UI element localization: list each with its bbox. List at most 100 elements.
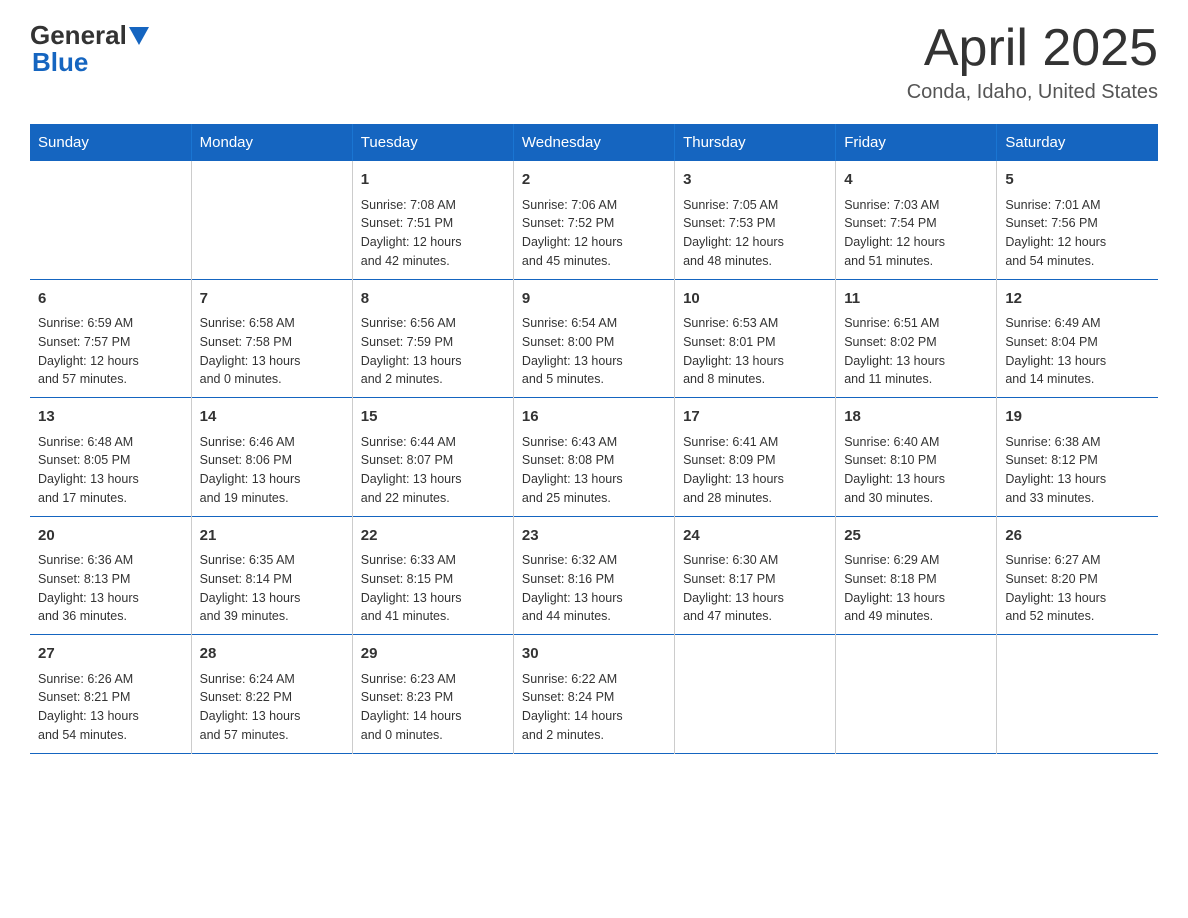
day-number: 22 bbox=[361, 525, 505, 548]
calendar-cell: 22 Sunrise: 6:33 AMSunset: 8:15 PMDayligh… bbox=[352, 516, 513, 635]
day-info: Sunrise: 6:59 AMSunset: 7:57 PMDaylight:… bbox=[38, 314, 183, 389]
day-number: 3 bbox=[683, 169, 827, 192]
calendar-cell: 5 Sunrise: 7:01 AMSunset: 7:56 PMDaylight… bbox=[997, 161, 1158, 279]
day-info: Sunrise: 7:06 AMSunset: 7:52 PMDaylight:… bbox=[522, 196, 666, 271]
calendar-cell: 23Sunrise: 6:32 AMSunset: 8:16 PMDayligh… bbox=[513, 516, 674, 635]
calendar-cell: 2 Sunrise: 7:06 AMSunset: 7:52 PMDaylight… bbox=[513, 161, 674, 279]
day-number: 25 bbox=[844, 525, 988, 548]
day-info: Sunrise: 6:46 AMSunset: 8:06 PMDaylight:… bbox=[200, 433, 344, 508]
day-info: Sunrise: 6:26 AMSunset: 8:21 PMDaylight:… bbox=[38, 670, 183, 745]
day-number: 6 bbox=[38, 288, 183, 311]
day-info: Sunrise: 6:40 AMSunset: 8:10 PMDaylight:… bbox=[844, 433, 988, 508]
day-info: Sunrise: 6:54 AMSunset: 8:00 PMDaylight:… bbox=[522, 314, 666, 389]
day-number: 29 bbox=[361, 643, 505, 666]
calendar-cell bbox=[191, 161, 352, 279]
day-number: 1 bbox=[361, 169, 505, 192]
day-info: Sunrise: 6:44 AMSunset: 8:07 PMDaylight:… bbox=[361, 433, 505, 508]
day-info: Sunrise: 6:51 AMSunset: 8:02 PMDaylight:… bbox=[844, 314, 988, 389]
logo: General Blue bbox=[30, 20, 151, 78]
day-number: 21 bbox=[200, 525, 344, 548]
weekday-header-saturday: Saturday bbox=[997, 124, 1158, 161]
calendar-cell: 16Sunrise: 6:43 AMSunset: 8:08 PMDayligh… bbox=[513, 398, 674, 517]
day-info: Sunrise: 6:23 AMSunset: 8:23 PMDaylight:… bbox=[361, 670, 505, 745]
weekday-header-thursday: Thursday bbox=[675, 124, 836, 161]
day-number: 18 bbox=[844, 406, 988, 429]
day-info: Sunrise: 6:49 AMSunset: 8:04 PMDaylight:… bbox=[1005, 314, 1150, 389]
calendar-week-row: 13Sunrise: 6:48 AMSunset: 8:05 PMDayligh… bbox=[30, 398, 1158, 517]
calendar-cell: 6 Sunrise: 6:59 AMSunset: 7:57 PMDaylight… bbox=[30, 279, 191, 398]
weekday-header-monday: Monday bbox=[191, 124, 352, 161]
day-info: Sunrise: 6:38 AMSunset: 8:12 PMDaylight:… bbox=[1005, 433, 1150, 508]
day-number: 5 bbox=[1005, 169, 1150, 192]
calendar-cell bbox=[675, 635, 836, 754]
day-number: 12 bbox=[1005, 288, 1150, 311]
calendar-cell bbox=[836, 635, 997, 754]
day-info: Sunrise: 7:01 AMSunset: 7:56 PMDaylight:… bbox=[1005, 196, 1150, 271]
calendar-cell: 27 Sunrise: 6:26 AMSunset: 8:21 PMDayligh… bbox=[30, 635, 191, 754]
calendar-cell: 10 Sunrise: 6:53 AMSunset: 8:01 PMDayligh… bbox=[675, 279, 836, 398]
calendar-cell: 7Sunrise: 6:58 AMSunset: 7:58 PMDaylight… bbox=[191, 279, 352, 398]
weekday-header-friday: Friday bbox=[836, 124, 997, 161]
day-number: 26 bbox=[1005, 525, 1150, 548]
calendar-table: SundayMondayTuesdayWednesdayThursdayFrid… bbox=[30, 124, 1158, 754]
calendar-cell bbox=[30, 161, 191, 279]
day-number: 23 bbox=[522, 525, 666, 548]
day-info: Sunrise: 6:58 AMSunset: 7:58 PMDaylight:… bbox=[200, 314, 344, 389]
day-number: 19 bbox=[1005, 406, 1150, 429]
day-info: Sunrise: 6:30 AMSunset: 8:17 PMDaylight:… bbox=[683, 551, 827, 626]
location-text: Conda, Idaho, United States bbox=[907, 81, 1158, 104]
month-title: April 2025 bbox=[907, 20, 1158, 77]
day-number: 13 bbox=[38, 406, 183, 429]
calendar-cell: 24 Sunrise: 6:30 AMSunset: 8:17 PMDayligh… bbox=[675, 516, 836, 635]
logo-blue-text: Blue bbox=[32, 47, 88, 78]
day-number: 16 bbox=[522, 406, 666, 429]
day-number: 2 bbox=[522, 169, 666, 192]
page-header: General Blue April 2025 Conda, Idaho, Un… bbox=[30, 20, 1158, 104]
calendar-cell: 12 Sunrise: 6:49 AMSunset: 8:04 PMDayligh… bbox=[997, 279, 1158, 398]
day-number: 24 bbox=[683, 525, 827, 548]
calendar-cell: 13Sunrise: 6:48 AMSunset: 8:05 PMDayligh… bbox=[30, 398, 191, 517]
day-number: 14 bbox=[200, 406, 344, 429]
calendar-cell: 28Sunrise: 6:24 AMSunset: 8:22 PMDayligh… bbox=[191, 635, 352, 754]
day-info: Sunrise: 6:36 AMSunset: 8:13 PMDaylight:… bbox=[38, 551, 183, 626]
day-info: Sunrise: 7:08 AMSunset: 7:51 PMDaylight:… bbox=[361, 196, 505, 271]
day-info: Sunrise: 6:53 AMSunset: 8:01 PMDaylight:… bbox=[683, 314, 827, 389]
calendar-cell: 11Sunrise: 6:51 AMSunset: 8:02 PMDayligh… bbox=[836, 279, 997, 398]
day-info: Sunrise: 6:22 AMSunset: 8:24 PMDaylight:… bbox=[522, 670, 666, 745]
calendar-week-row: 1 Sunrise: 7:08 AMSunset: 7:51 PMDaylight… bbox=[30, 161, 1158, 279]
day-info: Sunrise: 7:05 AMSunset: 7:53 PMDaylight:… bbox=[683, 196, 827, 271]
calendar-cell: 1 Sunrise: 7:08 AMSunset: 7:51 PMDaylight… bbox=[352, 161, 513, 279]
calendar-cell: 19 Sunrise: 6:38 AMSunset: 8:12 PMDayligh… bbox=[997, 398, 1158, 517]
calendar-cell: 14 Sunrise: 6:46 AMSunset: 8:06 PMDayligh… bbox=[191, 398, 352, 517]
day-number: 10 bbox=[683, 288, 827, 311]
day-number: 4 bbox=[844, 169, 988, 192]
day-number: 30 bbox=[522, 643, 666, 666]
day-info: Sunrise: 6:27 AMSunset: 8:20 PMDaylight:… bbox=[1005, 551, 1150, 626]
calendar-cell bbox=[997, 635, 1158, 754]
day-info: Sunrise: 6:56 AMSunset: 7:59 PMDaylight:… bbox=[361, 314, 505, 389]
calendar-cell: 4Sunrise: 7:03 AMSunset: 7:54 PMDaylight… bbox=[836, 161, 997, 279]
calendar-cell: 29 Sunrise: 6:23 AMSunset: 8:23 PMDayligh… bbox=[352, 635, 513, 754]
calendar-week-row: 20 Sunrise: 6:36 AMSunset: 8:13 PMDayligh… bbox=[30, 516, 1158, 635]
day-info: Sunrise: 6:29 AMSunset: 8:18 PMDaylight:… bbox=[844, 551, 988, 626]
day-info: Sunrise: 6:33 AMSunset: 8:15 PMDaylight:… bbox=[361, 551, 505, 626]
calendar-cell: 17 Sunrise: 6:41 AMSunset: 8:09 PMDayligh… bbox=[675, 398, 836, 517]
day-number: 17 bbox=[683, 406, 827, 429]
calendar-cell: 26 Sunrise: 6:27 AMSunset: 8:20 PMDayligh… bbox=[997, 516, 1158, 635]
day-info: Sunrise: 6:41 AMSunset: 8:09 PMDaylight:… bbox=[683, 433, 827, 508]
day-number: 20 bbox=[38, 525, 183, 548]
weekday-header-row: SundayMondayTuesdayWednesdayThursdayFrid… bbox=[30, 124, 1158, 161]
calendar-cell: 18 Sunrise: 6:40 AMSunset: 8:10 PMDayligh… bbox=[836, 398, 997, 517]
calendar-cell: 9Sunrise: 6:54 AMSunset: 8:00 PMDaylight… bbox=[513, 279, 674, 398]
day-number: 27 bbox=[38, 643, 183, 666]
calendar-cell: 21 Sunrise: 6:35 AMSunset: 8:14 PMDayligh… bbox=[191, 516, 352, 635]
day-info: Sunrise: 6:35 AMSunset: 8:14 PMDaylight:… bbox=[200, 551, 344, 626]
calendar-cell: 20 Sunrise: 6:36 AMSunset: 8:13 PMDayligh… bbox=[30, 516, 191, 635]
calendar-week-row: 27 Sunrise: 6:26 AMSunset: 8:21 PMDayligh… bbox=[30, 635, 1158, 754]
calendar-cell: 15Sunrise: 6:44 AMSunset: 8:07 PMDayligh… bbox=[352, 398, 513, 517]
calendar-week-row: 6 Sunrise: 6:59 AMSunset: 7:57 PMDaylight… bbox=[30, 279, 1158, 398]
calendar-cell: 25 Sunrise: 6:29 AMSunset: 8:18 PMDayligh… bbox=[836, 516, 997, 635]
weekday-header-tuesday: Tuesday bbox=[352, 124, 513, 161]
day-number: 8 bbox=[361, 288, 505, 311]
day-number: 28 bbox=[200, 643, 344, 666]
